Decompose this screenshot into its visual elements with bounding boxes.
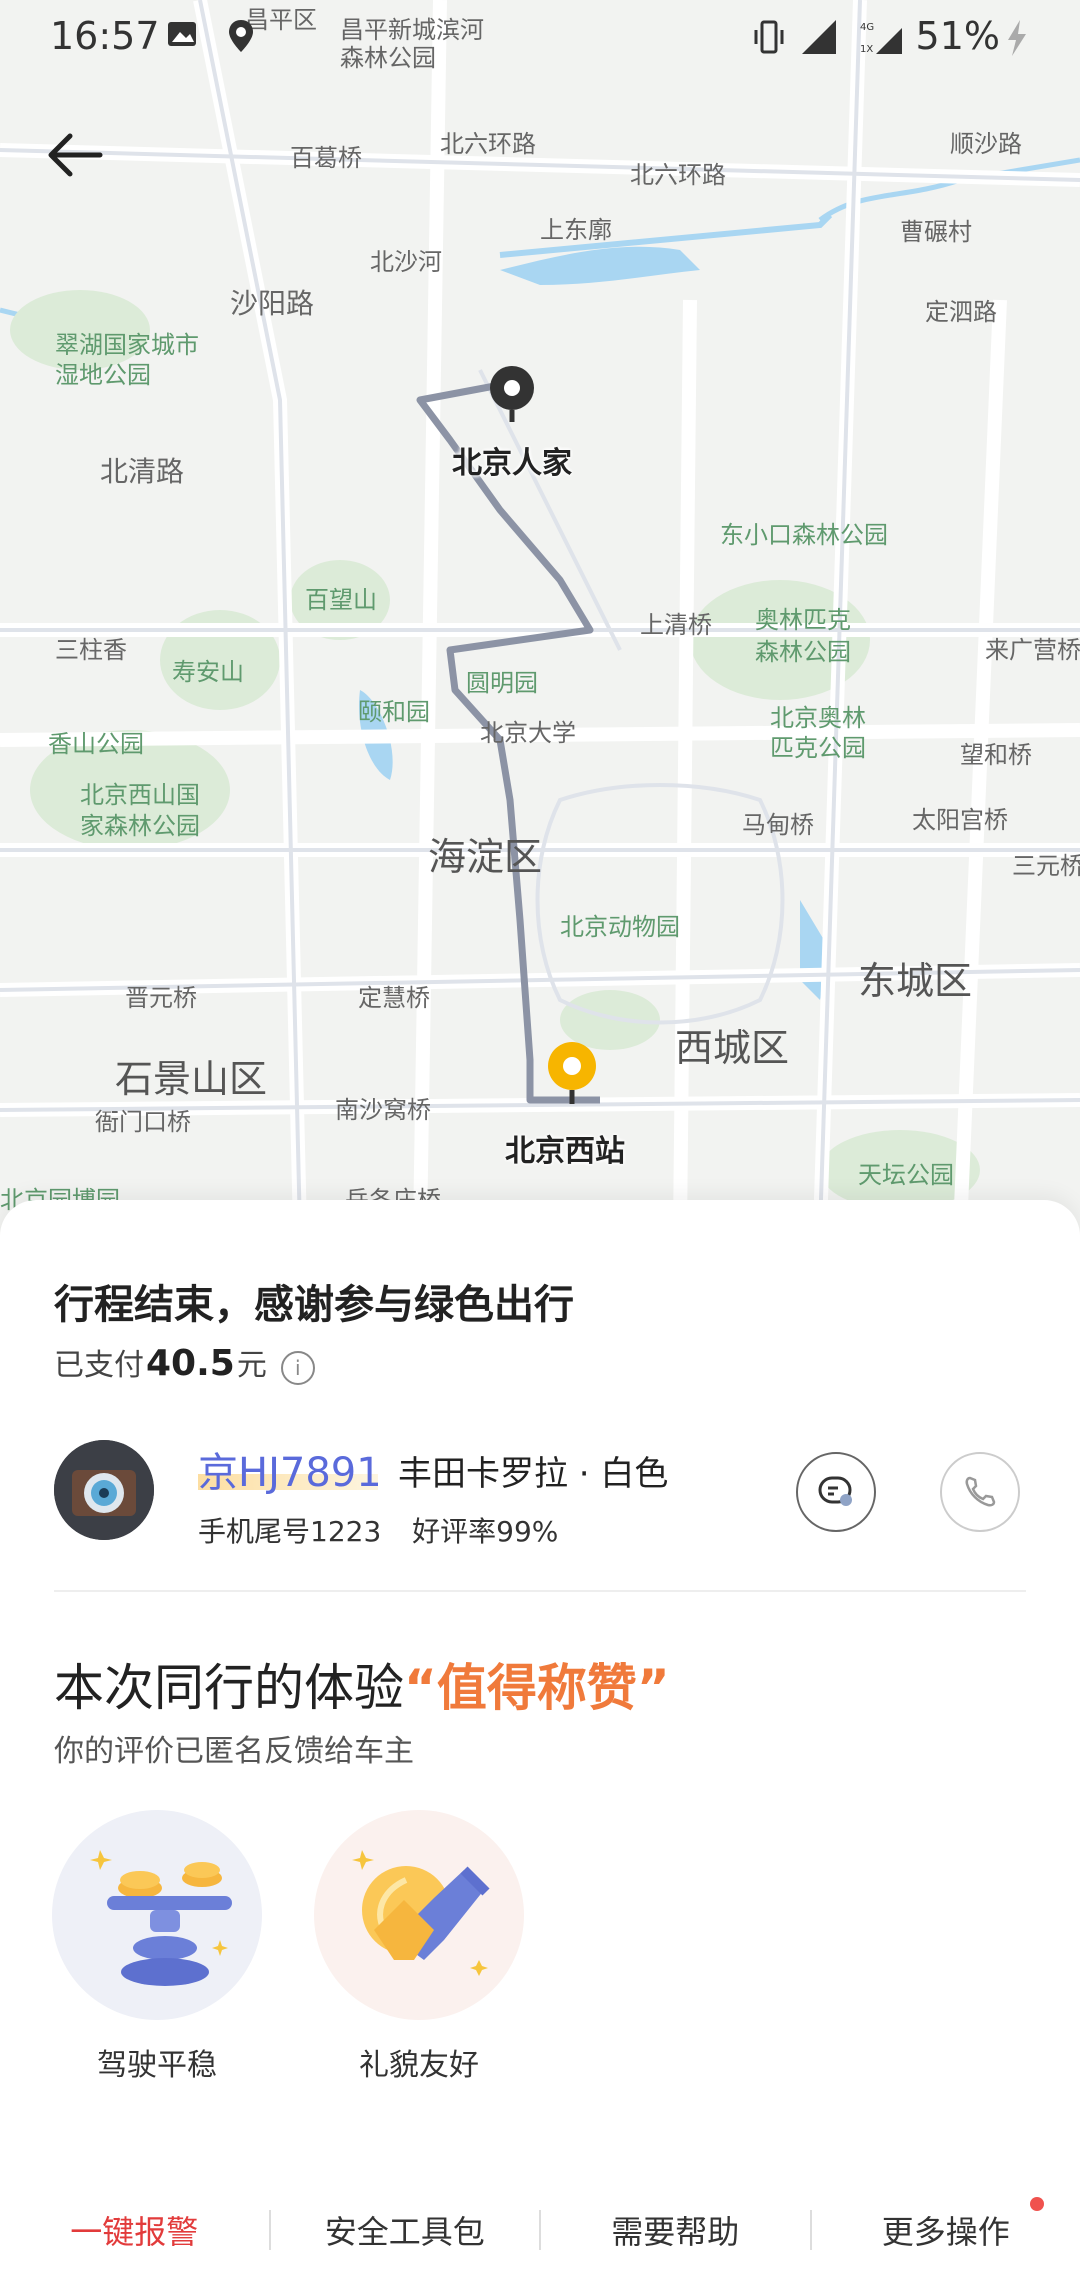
- experience-highlight: “值得称赞”: [404, 1659, 670, 1717]
- map-label: 匹克公园: [770, 734, 866, 762]
- vibrate-icon: [754, 20, 784, 54]
- driver-card: 京HJ7891 丰田卡罗拉 · 白色 手机尾号1223 好评率99%: [54, 1440, 1034, 1550]
- more-actions-label: 更多操作: [881, 2213, 1010, 2251]
- call-button[interactable]: [940, 1452, 1020, 1532]
- map-label: 三元桥: [1012, 852, 1080, 880]
- map-label: 三柱香: [55, 636, 127, 664]
- trip-end-title: 行程结束，感谢参与绿色出行: [54, 1282, 574, 1328]
- notification-dot: [1030, 2197, 1044, 2211]
- origin-pin: [490, 366, 534, 422]
- map-label: 北六环路: [630, 161, 726, 189]
- badge-smooth-driving[interactable]: 驾驶平稳: [52, 1810, 262, 2084]
- divider: [54, 1590, 1026, 1592]
- back-button[interactable]: [40, 120, 110, 190]
- map-label: 北清路: [100, 455, 185, 488]
- image-icon: [168, 22, 196, 46]
- map-label: 北京动物园: [560, 913, 680, 941]
- map-label: 百葛桥: [290, 144, 362, 172]
- map-label: 奥林匹克: [755, 606, 851, 634]
- map-label: 海淀区: [428, 835, 543, 879]
- svg-text:1X: 1X: [860, 44, 873, 55]
- map-label: 沙阳路: [230, 287, 315, 320]
- map-label: 西城区: [675, 1026, 790, 1070]
- driver-info: 手机尾号1223 好评率99%: [198, 1510, 558, 1550]
- signal-icon: [802, 20, 836, 54]
- license-plate: 京HJ7891: [198, 1450, 382, 1496]
- map-label: 衙门口桥: [95, 1108, 191, 1136]
- safety-toolkit-button[interactable]: 安全工具包: [271, 2207, 540, 2253]
- map-label: 定泗路: [925, 298, 997, 326]
- badge-label: 驾驶平稳: [97, 2048, 217, 2083]
- map-label: 上清桥: [640, 611, 712, 639]
- paid-prefix: 已支付: [54, 1348, 144, 1383]
- map-label: 石景山区: [115, 1057, 268, 1101]
- map-label: 太阳宫桥: [912, 806, 1008, 834]
- map-label: 上东廓: [540, 216, 612, 244]
- location-icon: [229, 20, 253, 52]
- paid-amount: 40.5: [146, 1343, 235, 1384]
- paid-suffix: 元: [236, 1348, 267, 1383]
- map-canvas: [0, 0, 1080, 1230]
- battery-percent: 51%: [915, 14, 1000, 58]
- map-label: 天坛公园: [858, 1161, 954, 1189]
- map-label: 南沙窝桥: [335, 1096, 431, 1124]
- map-label: 北京西山国: [80, 781, 200, 809]
- info-icon[interactable]: i: [280, 1351, 315, 1385]
- phone-icon: [965, 1476, 996, 1507]
- map-label: 北六环路: [440, 130, 536, 158]
- bottom-action-bar: 一键报警 安全工具包 需要帮助 更多操作: [0, 2180, 1080, 2280]
- charging-icon: [1008, 20, 1026, 56]
- map-label: 湿地公园: [55, 361, 151, 389]
- payment-summary: 已支付 40.5 元 i: [54, 1340, 315, 1385]
- map-label: 寿安山: [172, 658, 244, 686]
- map-label: 圆明园: [466, 669, 538, 697]
- status-bar: 16:57 4G 1X 51%: [0, 0, 1080, 80]
- emergency-alarm-button[interactable]: 一键报警: [0, 2207, 269, 2253]
- chat-icon: [818, 1476, 852, 1506]
- badge-polite-friendly[interactable]: 礼貌友好: [314, 1810, 524, 2084]
- arrow-left-icon: [48, 133, 103, 177]
- rating: 好评率99%: [412, 1515, 559, 1548]
- map-view[interactable]: 昌平区 昌平新城滨河 森林公园 百葛桥 北六环路 北六环路 顺沙路 上东廓 北沙…: [0, 0, 1080, 1230]
- map-label: 曹碾村: [900, 218, 972, 246]
- avatar[interactable]: [54, 1440, 154, 1540]
- more-actions-button[interactable]: 更多操作: [812, 2197, 1080, 2253]
- experience-title: 本次同行的体验“值得称赞”: [54, 1648, 670, 1720]
- balance-icon: [52, 1810, 262, 2020]
- origin-label: 北京人家: [452, 446, 572, 481]
- map-label: 北沙河: [370, 248, 442, 276]
- trip-summary-sheet: 行程结束，感谢参与绿色出行 已支付 40.5 元 i 京HJ7891 丰田卡罗拉…: [0, 1200, 1080, 2280]
- car-model: 丰田卡罗拉 · 白色: [398, 1454, 669, 1494]
- map-label: 森林公园: [755, 638, 851, 666]
- map-label: 百望山: [305, 586, 377, 614]
- map-label: 颐和园: [358, 698, 430, 726]
- phone-tail: 手机尾号1223: [198, 1515, 382, 1548]
- camera-icon: [54, 1440, 154, 1540]
- svg-text:4G: 4G: [860, 22, 874, 33]
- experience-prefix: 本次同行的体验: [54, 1659, 404, 1717]
- map-label: 家森林公园: [80, 812, 200, 840]
- signal-4g-icon: 4G 1X: [860, 22, 902, 55]
- handshake-icon: [314, 1810, 524, 2020]
- message-button[interactable]: [796, 1452, 876, 1532]
- badge-label: 礼貌友好: [359, 2048, 479, 2083]
- map-label: 晋元桥: [125, 984, 197, 1012]
- map-label: 顺沙路: [950, 130, 1022, 158]
- status-time: 16:57: [50, 14, 160, 58]
- destination-label: 北京西站: [505, 1134, 625, 1169]
- anonymous-note: 你的评价已匿名反馈给车主: [54, 1734, 414, 1769]
- map-label: 马甸桥: [742, 811, 814, 839]
- map-label: 东城区: [858, 959, 973, 1003]
- map-label: 东小口森林公园: [720, 521, 888, 549]
- map-label: 定慧桥: [358, 984, 430, 1012]
- destination-pin: [548, 1042, 596, 1104]
- map-label: 望和桥: [960, 741, 1032, 769]
- map-label: 来广营桥: [985, 636, 1080, 664]
- map-label: 香山公园: [48, 730, 144, 758]
- map-label: 北京大学: [480, 719, 576, 747]
- help-button[interactable]: 需要帮助: [541, 2207, 810, 2253]
